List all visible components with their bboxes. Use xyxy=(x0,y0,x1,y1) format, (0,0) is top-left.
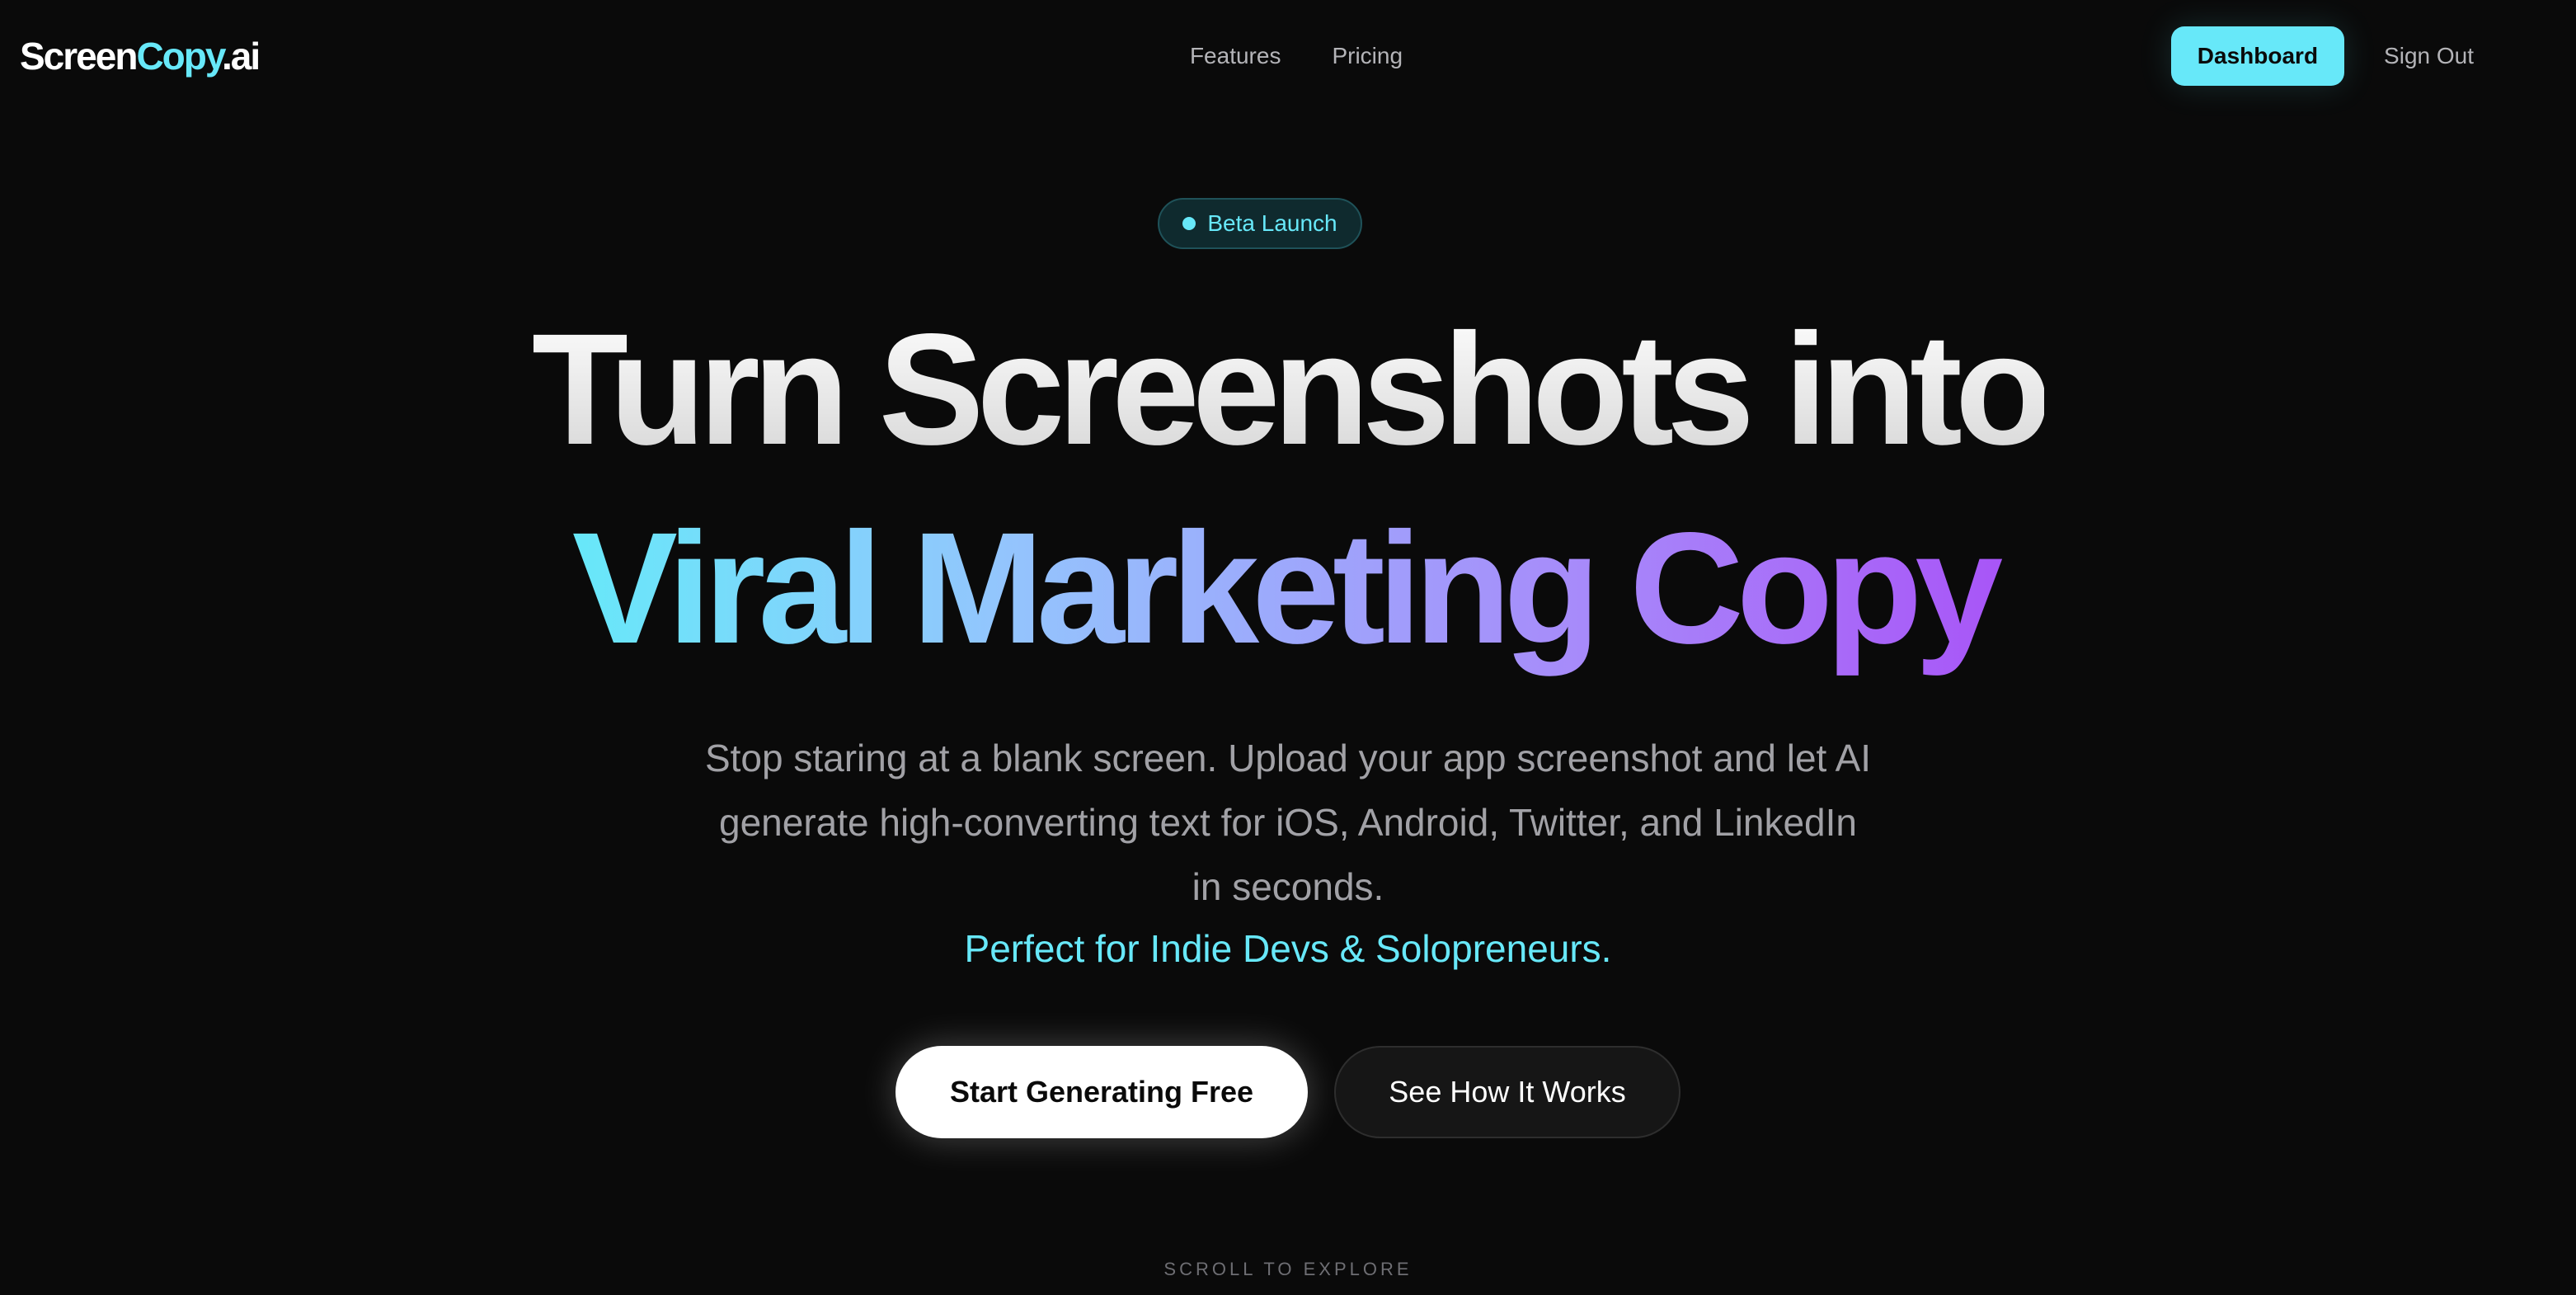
scroll-hint: SCROLL TO EXPLORE xyxy=(1163,1259,1413,1279)
nav-pricing-link[interactable]: Pricing xyxy=(1332,38,1403,74)
sign-out-link[interactable]: Sign Out xyxy=(2384,38,2474,74)
beta-badge: Beta Launch xyxy=(1158,198,1362,249)
header-actions: Dashboard Sign Out xyxy=(2170,26,2474,86)
start-generating-button[interactable]: Start Generating Free xyxy=(895,1046,1308,1138)
hero-tagline: Perfect for Indie Devs & Solopreneurs. xyxy=(964,927,1612,970)
badge-label: Beta Launch xyxy=(1207,210,1337,236)
hero-headline-line1: Turn Screenshots into xyxy=(0,307,2576,472)
dashboard-button[interactable]: Dashboard xyxy=(2170,26,2345,86)
headline-line1-text: Turn Screenshots into xyxy=(531,300,2052,478)
hero-headline-line2: Viral Marketing Copy xyxy=(0,502,2576,675)
site-header: ScreenCopy.ai Features Pricing Dashboard… xyxy=(0,0,2576,112)
status-dot-icon xyxy=(1182,217,1196,230)
see-how-it-works-button[interactable]: See How It Works xyxy=(1334,1046,1681,1138)
hero-subtext: Stop staring at a blank screen. Upload y… xyxy=(704,737,1872,908)
headline-line2-gradient-text: Viral Marketing Copy xyxy=(572,499,2004,676)
landing-page: ScreenCopy.ai Features Pricing Dashboard… xyxy=(0,0,2576,1295)
cta-row: Start Generating Free See How It Works xyxy=(0,1046,2576,1138)
nav-features-link[interactable]: Features xyxy=(1190,38,1281,74)
